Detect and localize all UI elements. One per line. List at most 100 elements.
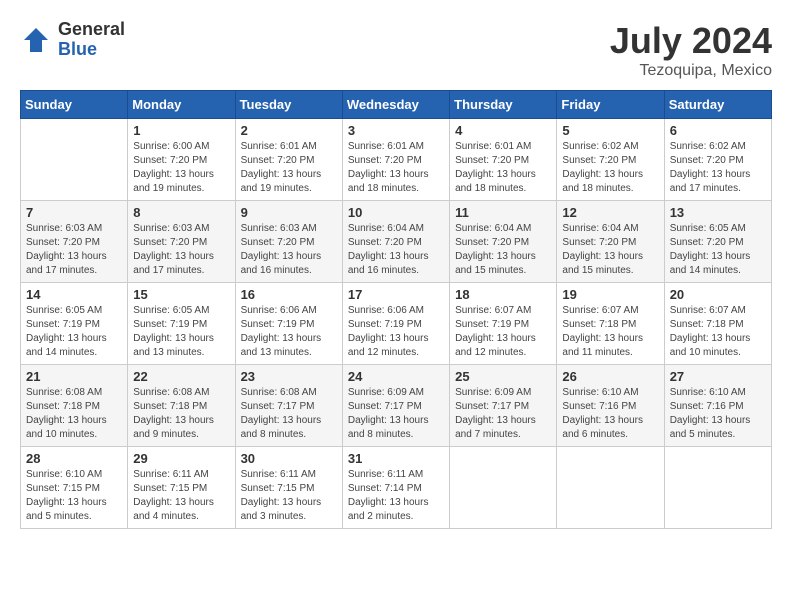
day-number: 11 <box>455 205 551 220</box>
day-number: 9 <box>241 205 337 220</box>
table-row: 9 Sunrise: 6:03 AMSunset: 7:20 PMDaylight… <box>235 201 342 283</box>
day-info: Sunrise: 6:02 AMSunset: 7:20 PMDaylight:… <box>670 140 766 196</box>
table-row: 8 Sunrise: 6:03 AMSunset: 7:20 PMDaylight… <box>128 201 235 283</box>
day-info: Sunrise: 6:07 AMSunset: 7:18 PMDaylight:… <box>670 304 766 360</box>
day-number: 12 <box>562 205 658 220</box>
table-row: 29 Sunrise: 6:11 AMSunset: 7:15 PMDayligh… <box>128 447 235 529</box>
day-number: 30 <box>241 451 337 466</box>
table-row: 25 Sunrise: 6:09 AMSunset: 7:17 PMDayligh… <box>450 365 557 447</box>
table-row: 3 Sunrise: 6:01 AMSunset: 7:20 PMDaylight… <box>342 119 449 201</box>
day-info: Sunrise: 6:05 AMSunset: 7:20 PMDaylight:… <box>670 222 766 278</box>
weekday-header-row: Sunday Monday Tuesday Wednesday Thursday… <box>21 91 772 119</box>
table-row <box>557 447 664 529</box>
table-row: 14 Sunrise: 6:05 AMSunset: 7:19 PMDayligh… <box>21 283 128 365</box>
table-row: 1 Sunrise: 6:00 AMSunset: 7:20 PMDaylight… <box>128 119 235 201</box>
day-number: 24 <box>348 369 444 384</box>
table-row: 30 Sunrise: 6:11 AMSunset: 7:15 PMDayligh… <box>235 447 342 529</box>
day-info: Sunrise: 6:06 AMSunset: 7:19 PMDaylight:… <box>241 304 337 360</box>
header-monday: Monday <box>128 91 235 119</box>
day-info: Sunrise: 6:09 AMSunset: 7:17 PMDaylight:… <box>348 386 444 442</box>
table-row: 23 Sunrise: 6:08 AMSunset: 7:17 PMDayligh… <box>235 365 342 447</box>
day-info: Sunrise: 6:04 AMSunset: 7:20 PMDaylight:… <box>562 222 658 278</box>
calendar-table: Sunday Monday Tuesday Wednesday Thursday… <box>20 90 772 529</box>
table-row: 20Sunrise: 6:07 AMSunset: 7:18 PMDayligh… <box>664 283 771 365</box>
day-number: 2 <box>241 123 337 138</box>
day-info: Sunrise: 6:08 AMSunset: 7:17 PMDaylight:… <box>241 386 337 442</box>
day-number: 26 <box>562 369 658 384</box>
page-header: General Blue July 2024 Tezoquipa, Mexico <box>20 20 772 80</box>
day-info: Sunrise: 6:06 AMSunset: 7:19 PMDaylight:… <box>348 304 444 360</box>
day-info: Sunrise: 6:07 AMSunset: 7:18 PMDaylight:… <box>562 304 658 360</box>
table-row: 31 Sunrise: 6:11 AMSunset: 7:14 PMDayligh… <box>342 447 449 529</box>
table-row: 7Sunrise: 6:03 AMSunset: 7:20 PMDaylight… <box>21 201 128 283</box>
table-row: 10Sunrise: 6:04 AMSunset: 7:20 PMDayligh… <box>342 201 449 283</box>
day-info: Sunrise: 6:11 AMSunset: 7:14 PMDaylight:… <box>348 468 444 524</box>
day-info: Sunrise: 6:04 AMSunset: 7:20 PMDaylight:… <box>348 222 444 278</box>
logo-general-text: General <box>58 20 125 40</box>
header-tuesday: Tuesday <box>235 91 342 119</box>
day-info: Sunrise: 6:11 AMSunset: 7:15 PMDaylight:… <box>133 468 229 524</box>
table-row: 21Sunrise: 6:08 AMSunset: 7:18 PMDayligh… <box>21 365 128 447</box>
table-row: 28Sunrise: 6:10 AMSunset: 7:15 PMDayligh… <box>21 447 128 529</box>
day-info: Sunrise: 6:01 AMSunset: 7:20 PMDaylight:… <box>241 140 337 196</box>
logo-text: General Blue <box>58 20 125 60</box>
table-row <box>664 447 771 529</box>
table-row: 6Sunrise: 6:02 AMSunset: 7:20 PMDaylight… <box>664 119 771 201</box>
table-row: 16Sunrise: 6:06 AMSunset: 7:19 PMDayligh… <box>235 283 342 365</box>
day-number: 4 <box>455 123 551 138</box>
day-info: Sunrise: 6:05 AMSunset: 7:19 PMDaylight:… <box>26 304 122 360</box>
day-number: 27 <box>670 369 766 384</box>
header-friday: Friday <box>557 91 664 119</box>
calendar-week-row: 7 Sunrise: 6:03 AMSunset: 7:20 PMDaylight… <box>21 201 772 283</box>
day-info: Sunrise: 6:05 AMSunset: 7:19 PMDaylight:… <box>133 304 229 360</box>
header-saturday: Saturday <box>664 91 771 119</box>
day-number: 3 <box>348 123 444 138</box>
header-thursday: Thursday <box>450 91 557 119</box>
table-row: 17 Sunrise: 6:06 AMSunset: 7:19 PMDayligh… <box>342 283 449 365</box>
day-number: 1 <box>133 123 229 138</box>
day-info: Sunrise: 6:01 AMSunset: 7:20 PMDaylight:… <box>455 140 551 196</box>
day-number: 23 <box>241 369 337 384</box>
header-sunday: Sunday <box>21 91 128 119</box>
day-number: 22 <box>133 369 229 384</box>
logo-icon <box>20 24 52 56</box>
table-row: 15Sunrise: 6:05 AMSunset: 7:19 PMDayligh… <box>128 283 235 365</box>
day-number: 8 <box>133 205 229 220</box>
table-row: 26 Sunrise: 6:10 AMSunset: 7:16 PMDayligh… <box>557 365 664 447</box>
table-row: 13 Sunrise: 6:05 AMSunset: 7:20 PMDayligh… <box>664 201 771 283</box>
day-number: 21 <box>26 369 122 384</box>
table-row: 4 Sunrise: 6:01 AMSunset: 7:20 PMDaylight… <box>450 119 557 201</box>
day-info: Sunrise: 6:00 AMSunset: 7:20 PMDaylight:… <box>133 140 229 196</box>
logo: General Blue <box>20 20 125 60</box>
table-row: 24 Sunrise: 6:09 AMSunset: 7:17 PMDayligh… <box>342 365 449 447</box>
day-number: 7 <box>26 205 122 220</box>
day-number: 31 <box>348 451 444 466</box>
day-number: 19 <box>562 287 658 302</box>
day-info: Sunrise: 6:01 AMSunset: 7:20 PMDaylight:… <box>348 140 444 196</box>
calendar-week-row: 14 Sunrise: 6:05 AMSunset: 7:19 PMDayligh… <box>21 283 772 365</box>
day-info: Sunrise: 6:10 AMSunset: 7:16 PMDaylight:… <box>670 386 766 442</box>
logo-blue-text: Blue <box>58 40 125 60</box>
day-info: Sunrise: 6:03 AMSunset: 7:20 PMDaylight:… <box>241 222 337 278</box>
calendar-location: Tezoquipa, Mexico <box>610 62 772 80</box>
table-row: 12 Sunrise: 6:04 AMSunset: 7:20 PMDayligh… <box>557 201 664 283</box>
day-info: Sunrise: 6:10 AMSunset: 7:16 PMDaylight:… <box>562 386 658 442</box>
day-info: Sunrise: 6:11 AMSunset: 7:15 PMDaylight:… <box>241 468 337 524</box>
day-number: 18 <box>455 287 551 302</box>
day-number: 29 <box>133 451 229 466</box>
day-info: Sunrise: 6:09 AMSunset: 7:17 PMDaylight:… <box>455 386 551 442</box>
table-row: 2 Sunrise: 6:01 AMSunset: 7:20 PMDaylight… <box>235 119 342 201</box>
day-info: Sunrise: 6:04 AMSunset: 7:20 PMDaylight:… <box>455 222 551 278</box>
day-number: 13 <box>670 205 766 220</box>
day-number: 17 <box>348 287 444 302</box>
day-info: Sunrise: 6:02 AMSunset: 7:20 PMDaylight:… <box>562 140 658 196</box>
table-row <box>21 119 128 201</box>
calendar-week-row: 21 Sunrise: 6:08 AMSunset: 7:18 PMDayligh… <box>21 365 772 447</box>
day-info: Sunrise: 6:08 AMSunset: 7:18 PMDaylight:… <box>133 386 229 442</box>
day-info: Sunrise: 6:03 AMSunset: 7:20 PMDaylight:… <box>133 222 229 278</box>
day-number: 25 <box>455 369 551 384</box>
day-info: Sunrise: 6:07 AMSunset: 7:19 PMDaylight:… <box>455 304 551 360</box>
calendar-week-row: 28Sunrise: 6:10 AMSunset: 7:15 PMDayligh… <box>21 447 772 529</box>
day-number: 14 <box>26 287 122 302</box>
title-block: July 2024 Tezoquipa, Mexico <box>610 20 772 80</box>
